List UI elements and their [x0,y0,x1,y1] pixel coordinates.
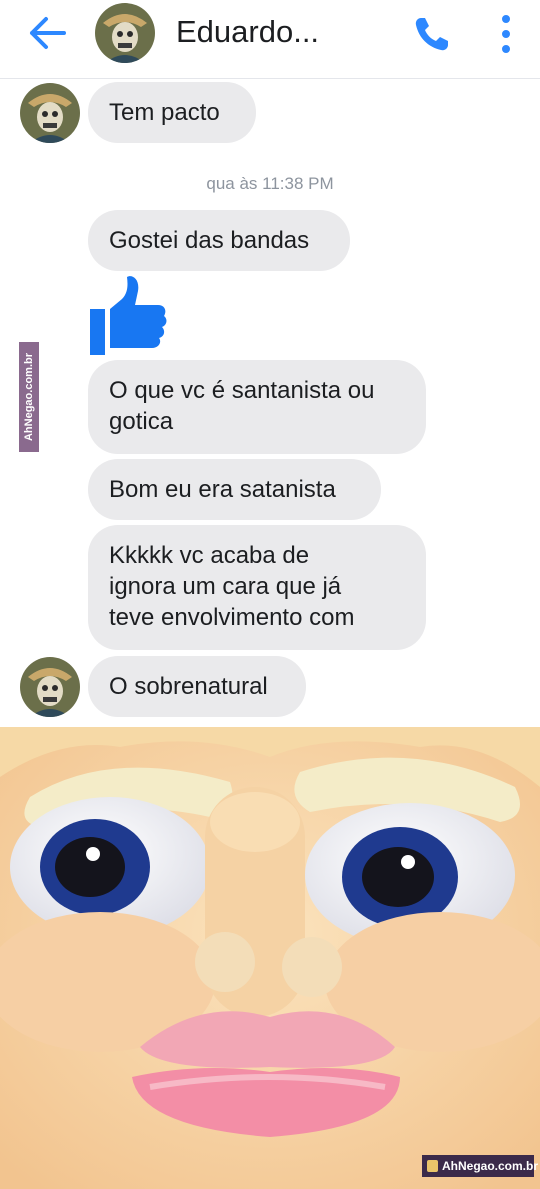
message-bubble[interactable]: Gostei das bandas [88,210,350,271]
message-text-line: gotica [109,408,174,435]
contact-avatar[interactable] [95,3,155,63]
message-text: O sobrenatural [109,673,268,700]
timestamp: qua às 11:38 PM [206,174,334,193]
watermark-side: AhNegao.com.br [19,342,39,452]
chat-header: Eduardo... [0,0,540,79]
more-vertical-icon[interactable] [497,14,515,54]
message-text: Gostei das bandas [109,227,310,254]
sender-avatar[interactable] [20,83,80,143]
message-text: Tem pacto [109,99,220,126]
message-bubble[interactable]: O sobrenatural [88,656,306,717]
message-text: Bom eu era satanista [109,476,336,503]
message-text-line: ignora um cara que já [109,573,342,600]
back-arrow-icon[interactable] [28,15,68,51]
message-bubble[interactable]: O que vc é santanista ou gotica [88,360,426,454]
watermark-side-text: AhNegao.com.br [23,352,35,442]
watermark-bottom: AhNegao.com.br [422,1155,538,1177]
contact-name[interactable]: Eduardo... [176,14,319,50]
phone-icon[interactable] [412,14,452,54]
thumbs-up-icon[interactable] [88,275,168,359]
message-text-line: O que vc é santanista ou [109,377,375,404]
message-bubble[interactable]: Bom eu era satanista [88,459,381,520]
balloon-face-image [0,727,540,1189]
watermark-logo-icon [427,1160,438,1172]
message-text-line: Kkkkk vc acaba de [109,542,310,569]
message-bubble[interactable]: Tem pacto [88,82,256,143]
watermark-bottom-text: AhNegao.com.br [442,1159,539,1173]
sender-avatar[interactable] [20,657,80,717]
message-text-line: teve envolvimento com [109,604,355,631]
message-bubble[interactable]: Kkkkk vc acaba de ignora um cara que já … [88,525,426,650]
